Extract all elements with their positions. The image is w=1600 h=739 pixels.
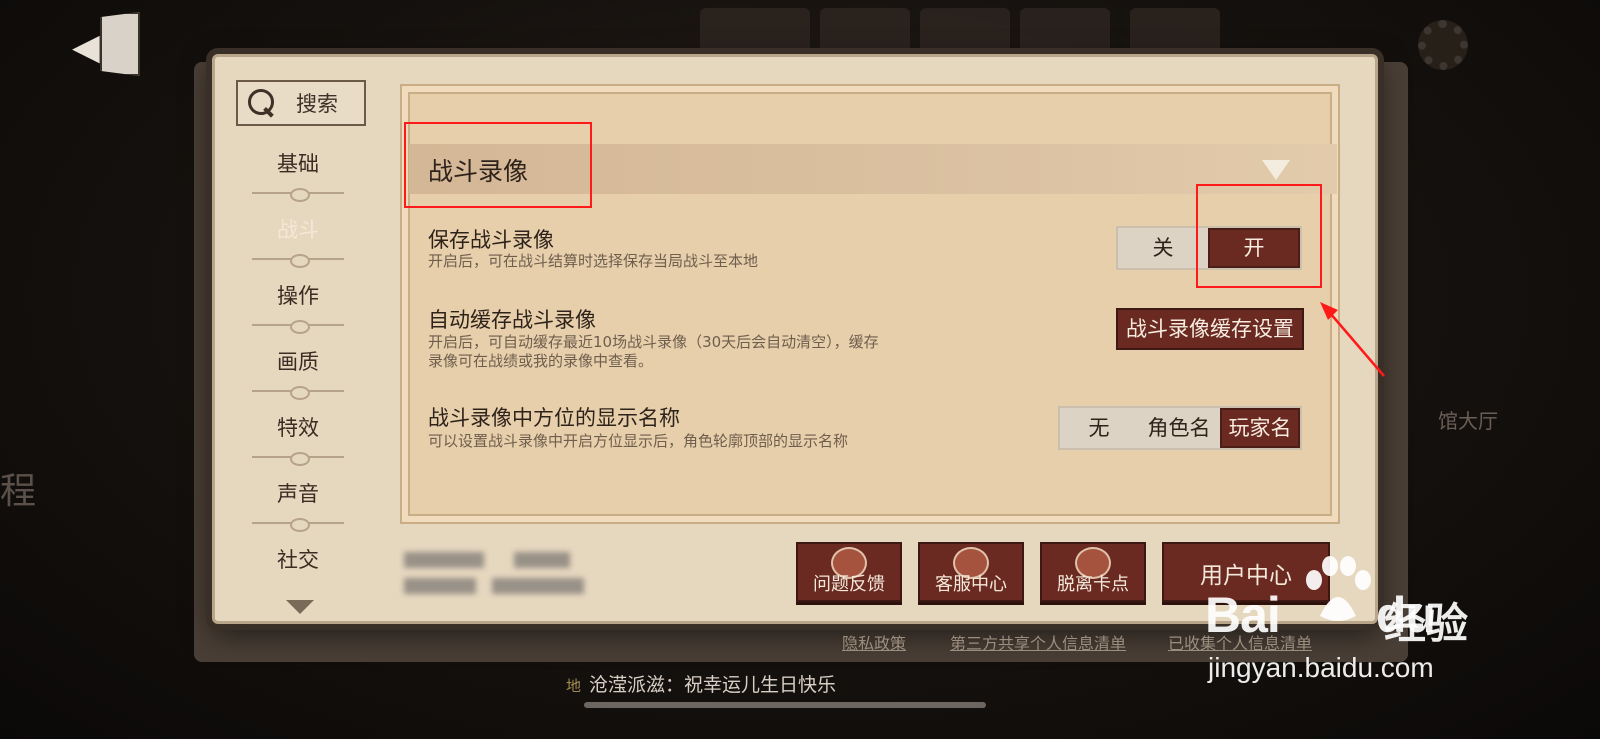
watermark-latin: Bai xyxy=(1205,587,1281,643)
sidebar-item-label: 基础 xyxy=(277,152,319,176)
divider xyxy=(252,386,344,400)
setting-desc-auto-cache-line1: 开启后，可自动缓存最近10场战斗录像（30天后会自动清空），缓存 xyxy=(428,333,879,351)
orientation-name-selector[interactable]: 无 角色名 玩家名 xyxy=(1058,406,1302,450)
baidu-watermark-cn: 经验 xyxy=(1384,599,1469,648)
customer-service-button[interactable]: 客服中心 xyxy=(918,542,1024,602)
setting-desc-orientation-name: 可以设置战斗录像中开启方位显示后，角色轮廓顶部的显示名称 xyxy=(428,432,849,450)
divider xyxy=(252,188,344,202)
sidebar-item-basic[interactable]: 基础 xyxy=(222,144,374,202)
home-indicator[interactable] xyxy=(584,702,986,708)
third-party-info-link[interactable]: 第三方共享个人信息清单 xyxy=(950,630,1126,654)
chat-message: 地沧滢派滋：祝幸运儿生日快乐 xyxy=(566,670,836,697)
blurred-info xyxy=(514,552,570,568)
blurred-info xyxy=(492,578,584,594)
toggle-option-on[interactable]: 开 xyxy=(1208,228,1300,268)
sidebar-item-label: 画质 xyxy=(277,350,319,374)
bg-left-text: 程 xyxy=(0,471,37,512)
chat-text: 沧滢派滋：祝幸运儿生日快乐 xyxy=(589,674,837,696)
privacy-policy-link[interactable]: 隐私政策 xyxy=(842,630,906,654)
sidebar-item-sound[interactable]: 声音 xyxy=(222,474,374,532)
arrow-left-icon: ◀ xyxy=(72,27,100,68)
toggle-option-off[interactable]: 关 xyxy=(1118,228,1208,268)
option-none[interactable]: 无 xyxy=(1060,408,1138,448)
bg-right-text: 馆大厅 xyxy=(1438,409,1498,433)
blurred-info xyxy=(404,552,484,568)
bg-tab-1 xyxy=(700,8,810,58)
settings-sidebar: 搜索 基础 战斗 操作 画质 特效 声音 社交 xyxy=(222,62,374,617)
gear-icon[interactable] xyxy=(1418,20,1468,70)
setting-title-save-replay: 保存战斗录像 xyxy=(428,228,554,252)
baidu-watermark-url: jingyan.baidu.com xyxy=(1208,652,1434,683)
sidebar-item-controls[interactable]: 操作 xyxy=(222,276,374,334)
section-title: 战斗录像 xyxy=(428,157,529,186)
setting-title-orientation-name: 战斗录像中方位的显示名称 xyxy=(428,406,680,430)
search-icon xyxy=(248,89,276,117)
divider xyxy=(252,320,344,334)
divider xyxy=(252,254,344,268)
chat-channel: 地 xyxy=(566,677,582,695)
divider xyxy=(252,518,344,532)
sidebar-item-label: 声音 xyxy=(277,482,319,506)
replay-cache-settings-button[interactable]: 战斗录像缓存设置 xyxy=(1116,308,1304,350)
bg-tab-2 xyxy=(820,8,910,58)
bg-tab-3 xyxy=(920,8,1010,58)
setting-desc-auto-cache-line2: 录像可在战绩或我的录像中查看。 xyxy=(428,352,654,370)
section-header[interactable] xyxy=(409,144,1337,194)
sidebar-item-label: 操作 xyxy=(277,284,319,308)
collapse-triangle-icon[interactable] xyxy=(1262,160,1290,180)
search-label: 搜索 xyxy=(296,92,338,116)
unstuck-button[interactable]: 脱离卡点 xyxy=(1040,542,1146,602)
sidebar-item-social[interactable]: 社交 xyxy=(222,540,374,580)
bg-tab-5 xyxy=(1130,8,1220,58)
setting-desc-save-replay: 开启后，可在战斗结算时选择保存当局战斗至本地 xyxy=(428,252,759,270)
button-label: 客服中心 xyxy=(935,574,1007,595)
back-button[interactable]: ◀ xyxy=(72,12,152,78)
red-arrow-annotation xyxy=(1320,302,1385,377)
divider xyxy=(252,452,344,466)
bg-tab-4 xyxy=(1020,8,1110,58)
sidebar-item-graphics[interactable]: 画质 xyxy=(222,342,374,400)
sidebar-item-effects[interactable]: 特效 xyxy=(222,408,374,466)
option-character-name[interactable]: 角色名 xyxy=(1138,408,1220,448)
option-player-name[interactable]: 玩家名 xyxy=(1220,408,1300,448)
sidebar-item-battle[interactable]: 战斗 xyxy=(222,210,374,268)
save-replay-toggle[interactable]: 关 开 xyxy=(1116,226,1302,270)
chevron-down-icon[interactable] xyxy=(286,600,314,614)
blurred-info xyxy=(404,578,476,594)
button-label: 问题反馈 xyxy=(813,574,885,595)
button-label: 脱离卡点 xyxy=(1057,574,1129,595)
door-icon xyxy=(100,12,140,76)
setting-title-auto-cache: 自动缓存战斗录像 xyxy=(428,308,596,332)
sidebar-item-label: 社交 xyxy=(277,548,319,572)
search-button[interactable]: 搜索 xyxy=(236,80,366,126)
feedback-button[interactable]: 问题反馈 xyxy=(796,542,902,602)
sidebar-item-label: 战斗 xyxy=(277,218,319,242)
sidebar-item-label: 特效 xyxy=(277,416,319,440)
